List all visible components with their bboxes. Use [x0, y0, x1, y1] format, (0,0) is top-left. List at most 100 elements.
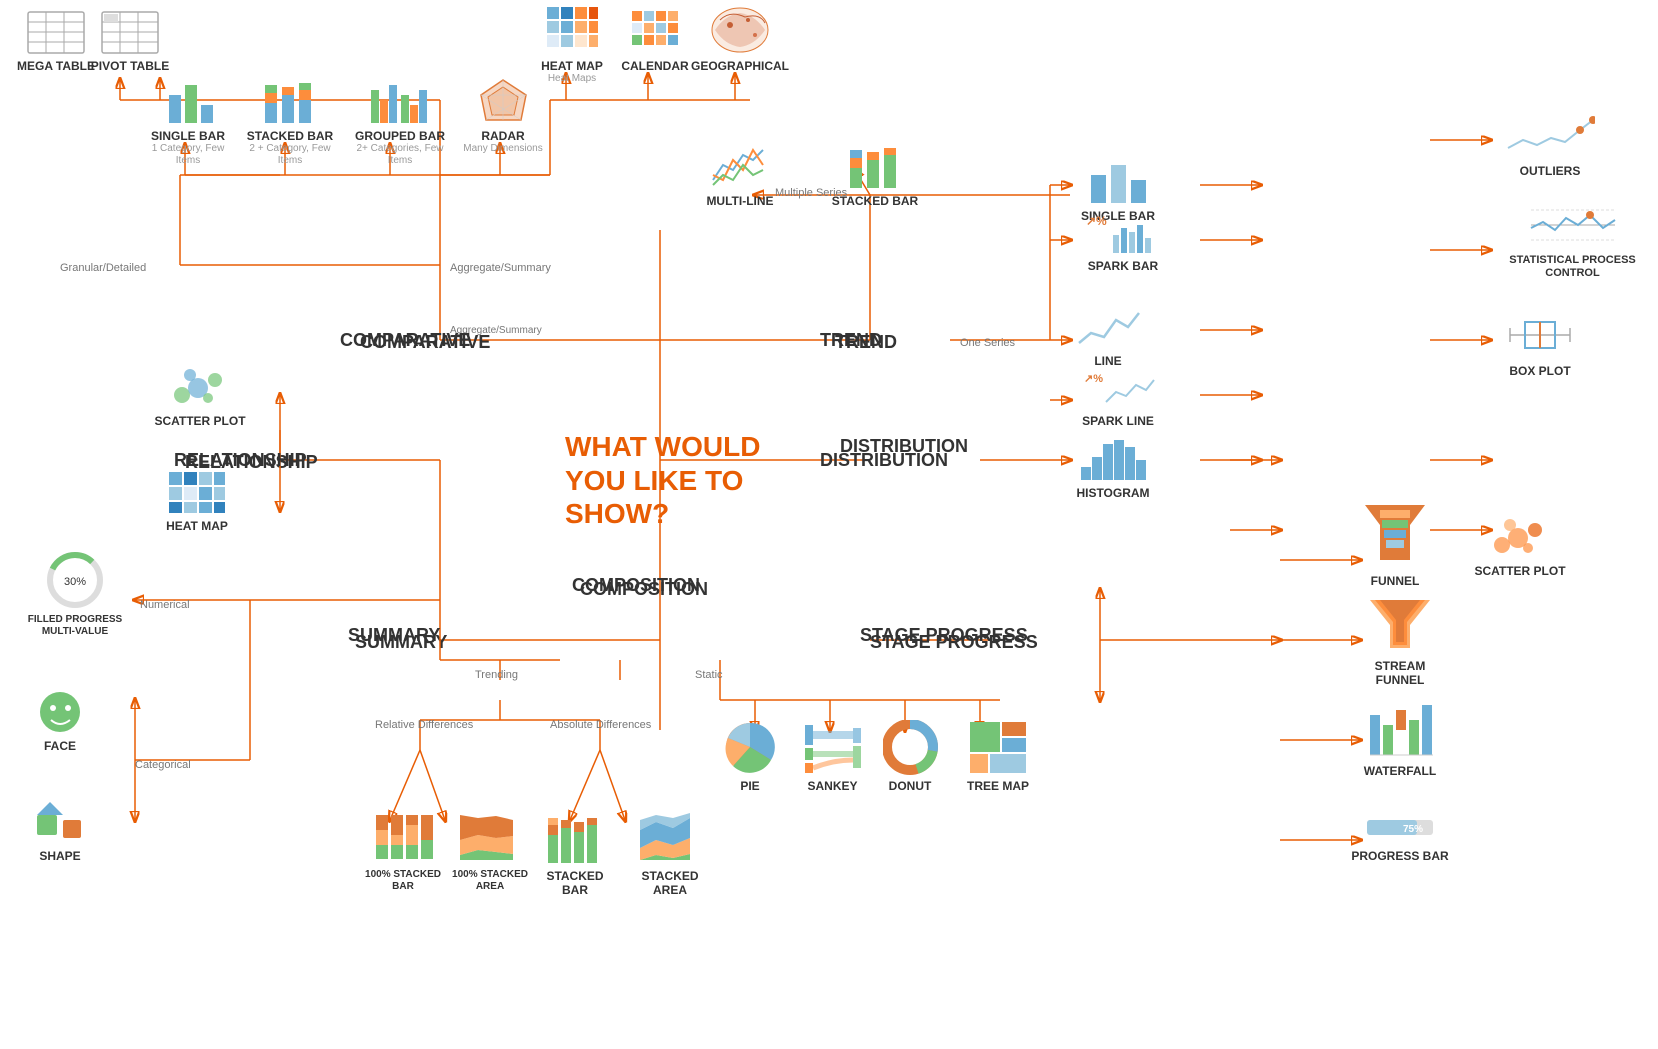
- tree-map-icon: [968, 720, 1028, 775]
- stacked-bar-comp-trend-icon: [545, 810, 605, 865]
- geographical-node: GEOGRAPHICAL: [700, 5, 780, 73]
- face-icon: [38, 690, 83, 735]
- heat-map-rel-icon: [167, 470, 227, 515]
- progress-bar-icon: 75%: [1365, 810, 1435, 845]
- radar-label: RADAR: [481, 129, 524, 143]
- filled-progress-label: FILLED PROGRESS MULTI-VALUE: [15, 614, 135, 638]
- one-series-label: One Series: [960, 333, 1015, 351]
- svg-text:↗%: ↗%: [1084, 373, 1103, 385]
- funnel-node: FUNNEL: [1350, 500, 1440, 588]
- waterfall-icon: [1365, 700, 1435, 760]
- stage-progress-label: STAGE PROGRESS: [860, 625, 1028, 646]
- waterfall-label: WATERFALL: [1364, 764, 1436, 778]
- line-icon: [1076, 305, 1141, 350]
- stream-funnel-node: STREAM FUNNEL: [1350, 590, 1450, 688]
- pivot-table-label: PIVOT TABLE: [91, 59, 169, 73]
- heat-map-top-label: HEAT MAP: [541, 59, 603, 73]
- progress-bar-label: PROGRESS BAR: [1351, 849, 1448, 863]
- spark-bar-icon: ↗%: [1083, 210, 1163, 255]
- calendar-icon: [628, 5, 683, 55]
- stacked-bar-comp-node: STACKED BAR 2 + Category, Few Items: [245, 75, 335, 167]
- single-bar-icon: [161, 75, 216, 125]
- stacked-bar-comp-trend-node: STACKED BAR: [535, 810, 615, 898]
- svg-text:↗%: ↗%: [1086, 214, 1107, 228]
- categorical-label: Categorical: [135, 755, 191, 773]
- 100-stacked-area-node: 100% STACKED AREA: [445, 810, 535, 893]
- distribution-label: DISTRIBUTION: [820, 450, 948, 471]
- heat-map-rel-label: HEAT MAP: [166, 519, 228, 533]
- sankey-node: SANKEY: [795, 720, 870, 793]
- stream-funnel-label: STREAM FUNNEL: [1350, 659, 1450, 688]
- scatter-plot-dist-node: SCATTER PLOT: [1470, 510, 1570, 578]
- radar-icon: [476, 75, 531, 125]
- relationship-label: RELATIONSHIP: [174, 450, 307, 471]
- scatter-plot-rel-label: SCATTER PLOT: [154, 414, 245, 428]
- scatter-plot-rel-node: SCATTER PLOT: [150, 360, 250, 428]
- 100-stacked-area-label: 100% STACKED AREA: [445, 869, 535, 893]
- waterfall-node: WATERFALL: [1350, 700, 1450, 778]
- heat-map-top-icon: [545, 5, 600, 55]
- heat-map-heat-desc: Heat Maps: [548, 73, 596, 85]
- histogram-label: HISTOGRAM: [1076, 486, 1149, 500]
- stacked-area-icon: [638, 810, 703, 865]
- stacked-bar-comp-label: STACKED BAR: [247, 129, 333, 143]
- stream-funnel-icon: [1365, 590, 1435, 655]
- filled-progress-node: 30% FILLED PROGRESS MULTI-VALUE: [15, 550, 135, 638]
- granular-label: Granular/Detailed: [60, 258, 146, 276]
- scatter-plot-rel-icon: [170, 360, 230, 410]
- heat-map-top-node: HEAT MAP Heat Maps: [532, 5, 612, 85]
- box-plot-node: BOX PLOT: [1490, 310, 1590, 378]
- summary-label: SUMMARY: [348, 625, 440, 646]
- 100-stacked-bar-icon: [371, 810, 436, 865]
- grouped-bar-label: GROUPED BAR: [355, 129, 445, 143]
- pie-node: PIE: [715, 720, 785, 793]
- outliers-node: OUTLIERS: [1490, 110, 1610, 178]
- multi-line-node: MULTI-LINE: [700, 140, 780, 208]
- stacked-bar-comp-desc: 2 + Category, Few Items: [245, 143, 335, 167]
- svg-text:30%: 30%: [64, 576, 86, 588]
- line-label: LINE: [1094, 354, 1121, 368]
- scatter-plot-dist-label: SCATTER PLOT: [1474, 564, 1565, 578]
- funnel-label: FUNNEL: [1371, 574, 1420, 588]
- shape-icon: [35, 800, 85, 845]
- funnel-icon: [1360, 500, 1430, 570]
- stacked-area-node: STACKED AREA: [630, 810, 710, 898]
- sankey-label: SANKEY: [807, 779, 857, 793]
- histogram-node: HISTOGRAM: [1068, 432, 1158, 500]
- calendar-node: CALENDAR: [615, 5, 695, 73]
- single-bar-right-icon: [1086, 155, 1151, 205]
- grouped-bar-desc: 2+ Categories, Few Items: [355, 143, 445, 167]
- progress-bar-node: 75% PROGRESS BAR: [1350, 810, 1450, 863]
- 100-stacked-bar-label: 100% STACKED BAR: [358, 869, 448, 893]
- multi-line-icon: [708, 140, 773, 190]
- svg-text:75%: 75%: [1403, 824, 1423, 835]
- 100-stacked-bar-node: 100% STACKED BAR: [358, 810, 448, 893]
- single-bar-desc: 1 Category, Few Items: [148, 143, 228, 167]
- pivot-table-node: PIVOT TABLE: [80, 10, 180, 73]
- spark-line-label: SPARK LINE: [1082, 414, 1154, 428]
- outliers-label: OUTLIERS: [1520, 164, 1581, 178]
- multi-line-label: MULTI-LINE: [706, 194, 773, 208]
- pie-icon: [723, 720, 778, 775]
- donut-node: DONUT: [875, 720, 945, 793]
- shape-node: SHAPE: [20, 800, 100, 863]
- grouped-bar-icon: [368, 75, 433, 125]
- spc-label: STATISTICAL PROCESS CONTROL: [1490, 254, 1655, 280]
- 100-stacked-area-icon: [458, 810, 523, 865]
- geographical-label: GEOGRAPHICAL: [691, 59, 789, 73]
- absolute-diff-label: Absolute Differences: [550, 715, 651, 733]
- comparative-label: COMPARATIVE: [340, 330, 470, 351]
- sankey-icon: [803, 720, 863, 775]
- spark-bar-label: SPARK BAR: [1088, 259, 1158, 273]
- donut-label: DONUT: [889, 779, 932, 793]
- face-node: FACE: [20, 690, 100, 753]
- static-label: Static: [695, 665, 723, 683]
- histogram-icon: [1078, 432, 1148, 482]
- radar-desc: Many Dimensions: [463, 143, 542, 155]
- composition-label: COMPOSITION: [572, 575, 700, 596]
- stacked-area-label: STACKED AREA: [630, 869, 710, 898]
- grouped-bar-node: GROUPED BAR 2+ Categories, Few Items: [355, 75, 445, 167]
- single-bar-node: SINGLE BAR 1 Category, Few Items: [148, 75, 228, 167]
- geographical-icon: [710, 5, 770, 55]
- tree-map-node: TREE MAP: [958, 720, 1038, 793]
